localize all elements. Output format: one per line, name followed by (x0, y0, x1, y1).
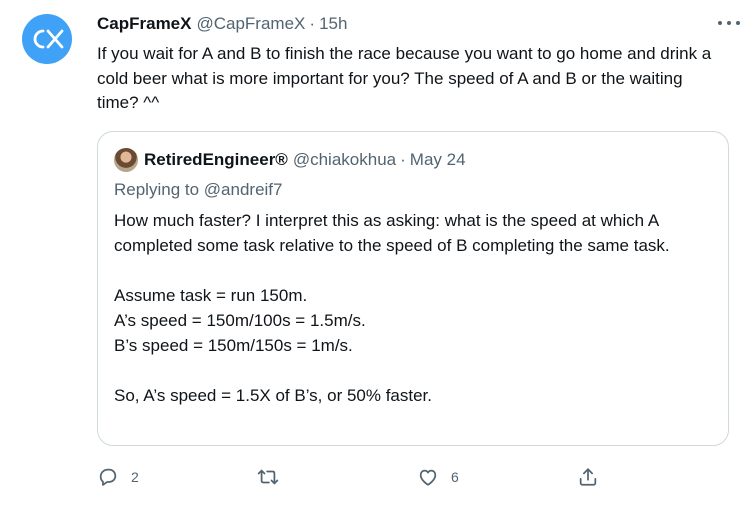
retweet-button[interactable] (257, 466, 317, 488)
quoted-line: Assume task = run 150m. (114, 286, 308, 305)
like-count: 6 (451, 469, 459, 485)
tweet-header: CapFrameX @CapFrameX · 15h (97, 13, 736, 35)
like-button[interactable]: 6 (417, 466, 477, 488)
quoted-tweet-timestamp: May 24 (409, 150, 466, 169)
retweet-icon (257, 469, 279, 485)
author-avatar[interactable] (22, 14, 72, 64)
author-name[interactable]: CapFrameX (97, 13, 191, 35)
replying-to: Replying to @andreif7 (114, 180, 283, 200)
quoted-tweet[interactable]: RetiredEngineer® @chiakokhua · May 24 Re… (97, 131, 729, 446)
reply-button[interactable]: 2 (97, 466, 157, 488)
separator-dot: · (309, 14, 316, 33)
quoted-line: So, A’s speed = 1.5X of B’s, or 50% fast… (114, 386, 433, 405)
quoted-line: A’s speed = 150m/100s = 1.5m/s. (114, 311, 366, 330)
like-icon (419, 469, 437, 486)
quoted-author-handle: @chiakokhua (292, 150, 397, 169)
quoted-author-name: RetiredEngineer® (144, 150, 288, 169)
share-icon (579, 468, 597, 486)
quoted-author-avatar (114, 148, 138, 172)
author-handle[interactable]: @CapFrameX (196, 13, 305, 35)
reply-icon (99, 468, 117, 486)
replying-mention: @andreif7 (203, 180, 283, 199)
replying-prefix: Replying to (114, 180, 200, 199)
separator-dot: · (400, 150, 406, 169)
tweet-timestamp[interactable]: 15h (319, 13, 347, 35)
more-options-icon[interactable] (718, 18, 740, 28)
quoted-tweet-header: RetiredEngineer® @chiakokhua · May 24 (114, 148, 466, 172)
tweet-text: If you wait for A and B to finish the ra… (97, 44, 712, 112)
capframex-logo-icon (33, 29, 64, 49)
tweet-actions: 2 6 (97, 462, 637, 492)
reply-count: 2 (131, 469, 139, 485)
share-button[interactable] (577, 466, 637, 488)
quoted-line: B’s speed = 150m/150s = 1m/s. (114, 336, 353, 355)
quoted-paragraph: How much faster? I interpret this as ask… (114, 211, 670, 255)
quoted-tweet-text: How much faster? I interpret this as ask… (114, 208, 714, 408)
